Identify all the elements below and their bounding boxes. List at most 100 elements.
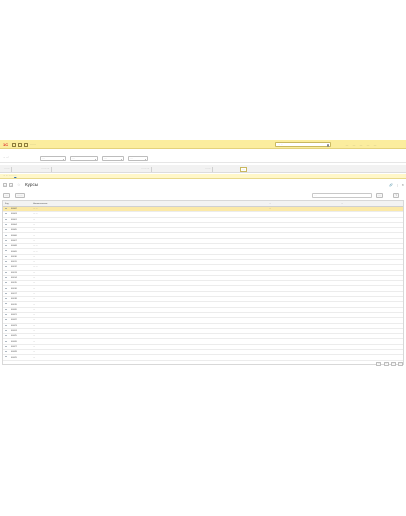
row-code: 00020	[11, 308, 17, 311]
row-name: …	[33, 319, 36, 322]
row-item-icon: ▬	[5, 213, 7, 216]
row-code: 00005	[11, 229, 17, 232]
column-code[interactable]: Код	[5, 203, 9, 205]
column-date[interactable]: …	[269, 203, 271, 205]
tab-4[interactable]: … …	[204, 166, 213, 172]
row-item-icon: ▬	[5, 345, 7, 348]
row-item-icon: ▬	[5, 282, 7, 285]
row-code: 00013	[11, 271, 17, 274]
row-code: 00025	[11, 335, 17, 338]
history-icon[interactable]	[24, 142, 28, 147]
list-search-input[interactable]: …	[312, 192, 372, 198]
tab-1[interactable]: … …	[3, 166, 12, 172]
row-code: 00027	[11, 345, 17, 348]
command-bar: … … … … … ?	[0, 192, 406, 199]
row-name: … …	[33, 245, 38, 248]
back-button[interactable]: ←	[3, 182, 7, 187]
row-item-icon: ▬	[5, 324, 7, 327]
row-code: 00003	[11, 213, 17, 216]
next-page-button[interactable]: …	[390, 362, 396, 366]
row-name: …	[33, 351, 36, 354]
column-name[interactable]: Наименование	[33, 203, 47, 205]
row-name: …	[33, 314, 36, 317]
menu-icon[interactable]	[12, 142, 16, 147]
filter-label: … …:	[3, 157, 9, 159]
prev-page-button[interactable]: …	[383, 362, 389, 366]
row-item-icon: ▬	[5, 356, 7, 359]
title-bar: 1С … … … … … … … … …	[0, 140, 406, 149]
tab-2[interactable]: … … …	[40, 166, 52, 172]
app-logo: 1С	[3, 142, 9, 147]
row-code: 00012	[11, 266, 17, 269]
row-name: …	[33, 282, 36, 285]
row-code: 00002	[11, 208, 17, 211]
chevron-down-icon: ▾	[120, 158, 122, 161]
close-form-icon[interactable]: ✕	[401, 183, 404, 187]
home-icon[interactable]	[18, 142, 22, 147]
filter-select-4[interactable]: … ▾	[128, 156, 148, 161]
row-code: 00017	[11, 292, 17, 295]
more-icon[interactable]: ⋮	[396, 183, 399, 187]
row-code: 00023	[11, 324, 17, 327]
row-code: 00021	[11, 314, 17, 317]
forward-button[interactable]: →	[9, 182, 13, 187]
row-name: …	[33, 218, 36, 221]
row-code: 00007	[11, 239, 17, 242]
row-date: …	[269, 208, 272, 211]
last-page-button[interactable]: …	[398, 362, 403, 366]
row-name: … …	[33, 213, 38, 216]
filter-select-3[interactable]: … ▾	[102, 156, 124, 161]
row-name: … …	[33, 266, 38, 269]
row-name: …	[33, 345, 36, 348]
filter-select-2[interactable]: … ▾	[70, 156, 98, 161]
row-item-icon: ▬	[5, 292, 7, 295]
row-code: 00004	[11, 224, 17, 227]
row-item-icon: ▬	[5, 271, 7, 274]
column-comment[interactable]: …	[341, 203, 343, 205]
table-row[interactable]: ▬ 00029 …	[3, 355, 403, 361]
more-button[interactable]: …	[376, 192, 384, 198]
search-icon	[326, 144, 329, 147]
row-name: …	[33, 356, 36, 359]
row-item-icon: ▬	[5, 351, 7, 354]
close-icon[interactable]: …	[373, 143, 377, 147]
row-code: 00026	[11, 340, 17, 343]
row-item-icon: ▬	[5, 239, 7, 242]
chevron-down-icon: ▾	[144, 158, 146, 161]
create-group-button[interactable]: … …	[15, 192, 25, 198]
row-code: 00011	[11, 261, 17, 264]
row-name: …	[33, 234, 36, 237]
app-title: … …	[30, 142, 36, 146]
create-button[interactable]: …	[3, 192, 11, 198]
row-item-icon: ▬	[5, 308, 7, 311]
row-item-icon: ▬	[5, 223, 7, 226]
row-item-icon: ▬	[5, 234, 7, 237]
help-button[interactable]: ?	[393, 192, 400, 198]
row-item-icon: ▬	[5, 340, 7, 343]
row-code: 00006	[11, 234, 17, 237]
link-icon[interactable]: 🔗	[389, 183, 393, 187]
open-windows-tabs: … … … … … … … … … … …	[0, 165, 406, 173]
row-name: …	[33, 292, 36, 295]
row-item-icon: ▬	[5, 218, 7, 221]
filter-select-1[interactable]: … ▾	[40, 156, 66, 161]
row-item-icon: ▬	[5, 229, 7, 232]
row-code: 00029	[11, 356, 17, 359]
pager: … … … …	[375, 362, 403, 366]
star-icon[interactable]: ☆	[17, 182, 21, 187]
global-search-input[interactable]: … …	[275, 142, 331, 147]
first-page-button[interactable]: …	[376, 362, 382, 366]
row-name: …	[33, 324, 36, 327]
favorites-icon[interactable]: …	[359, 143, 363, 147]
row-item-icon: ▬	[5, 303, 7, 306]
tab-active[interactable]: …	[240, 166, 248, 172]
warning-banner: … … … … …	[0, 174, 406, 179]
settings-icon[interactable]: …	[366, 143, 370, 147]
row-code: 00022	[11, 319, 17, 322]
warning-link[interactable]: …	[14, 175, 16, 177]
history-list-icon[interactable]: …	[352, 143, 356, 147]
notifications-icon[interactable]: …	[345, 143, 349, 147]
tab-3[interactable]: … … …	[140, 166, 152, 172]
row-item-icon: ▬	[5, 314, 7, 317]
row-name: …	[33, 224, 36, 227]
